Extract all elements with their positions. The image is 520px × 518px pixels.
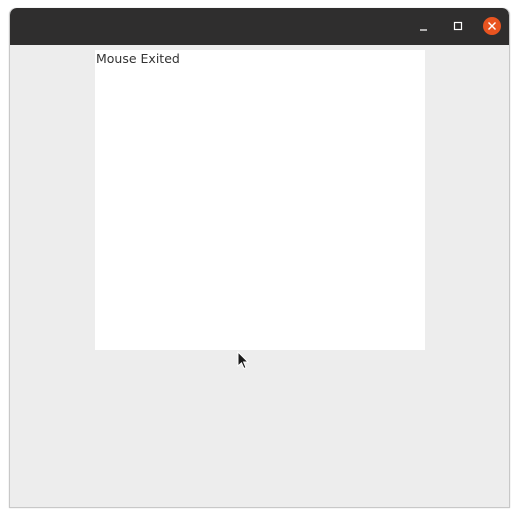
mouse-tracking-panel[interactable]: Mouse Exited bbox=[95, 50, 425, 350]
close-icon bbox=[488, 22, 496, 30]
title-bar[interactable] bbox=[10, 8, 509, 45]
minimize-icon bbox=[420, 29, 427, 31]
close-button[interactable] bbox=[483, 17, 501, 35]
maximize-icon bbox=[453, 21, 463, 31]
mouse-status-label: Mouse Exited bbox=[96, 51, 180, 66]
minimize-button[interactable] bbox=[415, 17, 433, 35]
content-area: Mouse Exited bbox=[10, 45, 509, 507]
mouse-pointer-icon bbox=[237, 351, 250, 370]
maximize-button[interactable] bbox=[449, 17, 467, 35]
app-window: Mouse Exited bbox=[9, 8, 510, 508]
